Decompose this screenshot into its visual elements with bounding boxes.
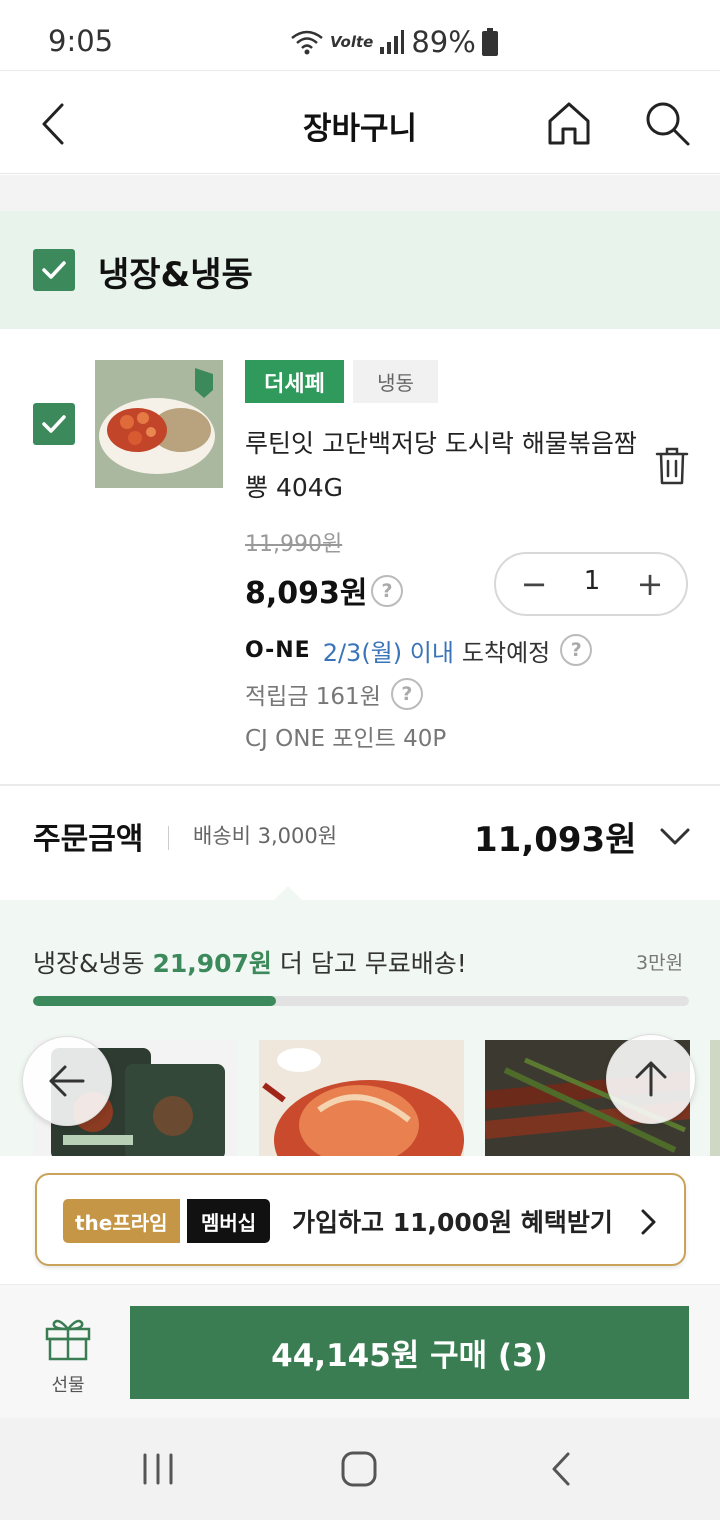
membership-text: 가입하고 11,000원 혜택받기: [292, 1208, 613, 1237]
delivery-info: O-NE 2/3(월) 이내 도착예정 ?: [245, 632, 593, 668]
home-nav-icon: [341, 1451, 377, 1487]
recent-apps-button[interactable]: [140, 1452, 176, 1486]
check-icon: [42, 415, 66, 433]
scroll-top-button[interactable]: [606, 1034, 696, 1124]
membership-tag: 멤버십: [187, 1199, 271, 1243]
signal-icon: [380, 30, 405, 54]
order-total: 11,093원: [474, 820, 637, 860]
recent-apps-icon: [143, 1453, 173, 1485]
cj-one-points: CJ ONE 포인트 40P: [245, 726, 447, 752]
order-amount-label: 주문금액: [33, 822, 144, 857]
battery-icon: [481, 28, 498, 56]
category-header: 냉장&냉동: [0, 211, 720, 329]
trash-icon: [655, 447, 689, 485]
chevron-right-icon: [637, 1207, 659, 1237]
purchase-button[interactable]: 44,145원 구매 (3): [130, 1306, 689, 1399]
product-checkbox[interactable]: [33, 403, 75, 445]
app-header: 장바구니: [0, 70, 720, 174]
price-help-icon[interactable]: ?: [371, 575, 403, 607]
storage-type-badge: 냉동: [353, 360, 438, 403]
home-icon: [548, 102, 590, 145]
order-details-toggle[interactable]: [658, 822, 692, 852]
wifi-icon: [291, 30, 323, 55]
points-text: 적립금 161원: [245, 684, 381, 710]
section-gap: [0, 175, 720, 211]
free-shipping-suffix: 더 담고 무료배송!: [279, 949, 467, 978]
gift-button[interactable]: 선물: [38, 1315, 98, 1396]
gift-label: 선물: [51, 1375, 85, 1396]
free-shipping-goal: 3만원: [636, 952, 684, 974]
back-nav-icon: [552, 1452, 570, 1486]
arrow-left-icon: [49, 1065, 85, 1097]
status-time: 9:05: [48, 24, 114, 58]
panel-pointer: [274, 886, 302, 900]
bottom-action-bar: 선물 44,145원 구매 (3): [0, 1284, 720, 1418]
home-nav-button[interactable]: [340, 1450, 378, 1488]
delivery-help-icon[interactable]: ?: [560, 634, 593, 666]
divider: [168, 826, 169, 850]
delivery-status: 도착예정: [461, 638, 551, 667]
carousel-prev-button[interactable]: [22, 1036, 112, 1126]
delete-button[interactable]: [654, 446, 690, 486]
chevron-down-icon: [660, 828, 690, 845]
shipping-fee: 배송비 3,000원: [193, 824, 338, 848]
home-button[interactable]: [545, 99, 593, 147]
free-shipping-category: 냉장&냉동: [33, 949, 145, 978]
category-title: 냉장&냉동: [98, 255, 253, 295]
one-delivery-logo: O-NE: [245, 637, 311, 663]
delivery-date: 2/3(월) 이내: [322, 638, 454, 667]
membership-tag-prime: the프라임: [63, 1199, 180, 1243]
battery-percent: 89%: [411, 25, 476, 59]
brand-badge: 더세페: [245, 360, 344, 403]
free-shipping-progress: [33, 996, 689, 1006]
membership-banner[interactable]: the프라임 멤버십 가입하고 11,000원 혜택받기: [35, 1173, 686, 1266]
check-icon: [42, 261, 66, 279]
recommended-product-card[interactable]: [710, 1040, 720, 1160]
quantity-decrease-button[interactable]: −: [514, 564, 554, 604]
points-help-icon[interactable]: ?: [390, 678, 423, 710]
product-image[interactable]: [95, 360, 223, 488]
recommended-product-card[interactable]: [259, 1040, 464, 1160]
progress-fill: [33, 996, 276, 1006]
gift-icon: [45, 1319, 91, 1361]
status-icons: Volte 89%: [290, 24, 498, 60]
quantity-value: 1: [583, 566, 601, 596]
volte-indicator: Volte: [330, 33, 374, 51]
page-title: 장바구니: [302, 111, 418, 147]
sale-price: 8,093원: [245, 576, 368, 611]
search-button[interactable]: [643, 99, 691, 147]
status-bar: 9:05 Volte 89%: [0, 0, 720, 70]
arrow-up-icon: [635, 1061, 667, 1097]
points-info: 적립금 161원 ?: [245, 677, 423, 711]
quantity-increase-button[interactable]: +: [630, 564, 670, 604]
back-nav-button[interactable]: [548, 1450, 574, 1488]
product-name[interactable]: 루틴잇 고단백저당 도시락 해물볶음짬뽕 404G: [245, 422, 655, 510]
search-icon: [646, 102, 690, 146]
category-checkbox[interactable]: [33, 249, 75, 291]
quantity-stepper: − 1 +: [494, 552, 688, 616]
free-shipping-message: 냉장&냉동 21,907원 더 담고 무료배송!: [33, 944, 467, 980]
original-price: 11,990원: [245, 532, 343, 557]
divider: [0, 784, 720, 786]
system-nav-bar: [0, 1418, 720, 1520]
free-shipping-amount: 21,907원: [152, 949, 272, 978]
